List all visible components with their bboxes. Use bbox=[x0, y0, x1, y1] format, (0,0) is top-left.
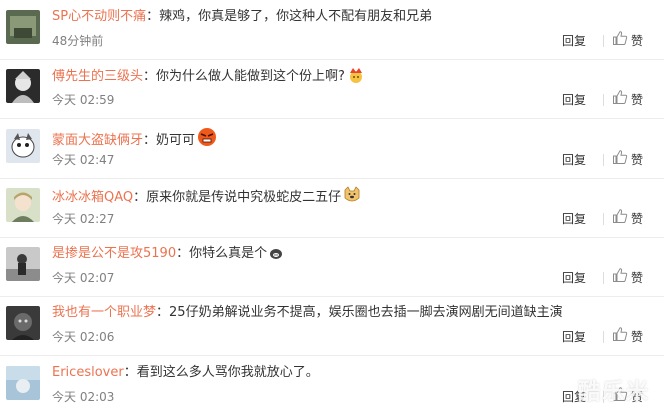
comment-line: 我也有一个职业梦：25仔奶弟解说业务不提高，娱乐圈也去插一脚去演网剧无间道缺主演 bbox=[52, 304, 656, 322]
comment-text: 奶可可 bbox=[156, 133, 196, 148]
like-button[interactable]: 赞 bbox=[612, 268, 643, 286]
doge-emoji bbox=[341, 186, 361, 205]
like-button[interactable]: 赞 bbox=[612, 150, 643, 168]
comment-item: 是掺是公不是攻5190：你特么真是个 今天 02:07 回复 赞 bbox=[0, 237, 664, 297]
reply-button[interactable]: 回复 bbox=[562, 33, 586, 49]
like-button[interactable]: 赞 bbox=[612, 327, 643, 345]
like-label: 赞 bbox=[631, 92, 644, 107]
username-link[interactable]: 我也有一个职业梦 bbox=[52, 305, 156, 320]
comment-item: 傅先生的三级头：你为什么做人能做到这个份上啊? 今天 02:59 回复 赞 bbox=[0, 59, 664, 119]
like-label: 赞 bbox=[631, 329, 644, 344]
like-button[interactable]: 赞 bbox=[612, 31, 643, 49]
action-divider bbox=[603, 213, 604, 225]
avatar[interactable] bbox=[6, 366, 40, 400]
thumbs-up-icon bbox=[612, 326, 628, 346]
reply-button[interactable]: 回复 bbox=[562, 270, 586, 286]
separator: ： bbox=[143, 69, 157, 84]
avatar[interactable] bbox=[6, 69, 40, 103]
like-button[interactable]: 赞 bbox=[612, 209, 643, 227]
separator: ： bbox=[143, 133, 157, 148]
comment-time: 今天 02:27 bbox=[52, 212, 115, 226]
username-link[interactable]: 傅先生的三级头 bbox=[52, 69, 143, 84]
comment-text: 你为什么做人能做到这个份上啊? bbox=[156, 69, 345, 84]
separator: ： bbox=[156, 305, 170, 320]
separator: ： bbox=[146, 9, 160, 24]
comment-time: 今天 02:03 bbox=[52, 390, 115, 404]
avatar[interactable] bbox=[6, 306, 40, 340]
like-button[interactable]: 赞 bbox=[612, 90, 643, 108]
comment-line: Ericeslover：看到这么多人骂你我就放心了。 bbox=[52, 364, 656, 382]
comment-time: 今天 02:59 bbox=[52, 93, 115, 107]
avatar[interactable] bbox=[6, 10, 40, 44]
comment-text: 25仔奶弟解说业务不提高，娱乐圈也去插一脚去演网剧无间道缺主演 bbox=[169, 305, 563, 320]
thumbs-up-icon bbox=[612, 267, 628, 287]
comment-time: 48分钟前 bbox=[52, 34, 104, 48]
thumbs-up-icon bbox=[612, 208, 628, 228]
avatar[interactable] bbox=[6, 247, 40, 281]
reply-button[interactable]: 回复 bbox=[562, 92, 586, 108]
separator: ： bbox=[176, 246, 190, 261]
comment-item: 我也有一个职业梦：25仔奶弟解说业务不提高，娱乐圈也去插一脚去演网剧无间道缺主演… bbox=[0, 296, 664, 356]
comment-text: 原来你就是传说中究极蛇皮二五仔 bbox=[146, 190, 342, 205]
comment-line: 蒙面大盗缺俩牙：奶可可 bbox=[52, 127, 656, 150]
thumbs-up-icon bbox=[612, 89, 628, 109]
angry-emoji bbox=[195, 128, 217, 148]
comment-list: SP心不动则不痛：辣鸡，你真是够了，你这种人不配有朋友和兄弟 48分钟前 回复 … bbox=[0, 0, 664, 414]
pig-emoji bbox=[267, 246, 283, 261]
reply-button[interactable]: 回复 bbox=[562, 329, 586, 345]
comment-line: 冰冰冰箱QAQ：原来你就是传说中究极蛇皮二五仔 bbox=[52, 186, 656, 207]
comment-item: 蒙面大盗缺俩牙：奶可可 今天 02:47 回复 赞 bbox=[0, 119, 664, 179]
action-divider bbox=[603, 94, 604, 106]
action-divider bbox=[603, 154, 604, 166]
watermark: 酷乐米 bbox=[578, 380, 651, 405]
thumbs-up-icon bbox=[612, 30, 628, 50]
like-label: 赞 bbox=[631, 270, 644, 285]
comment-line: SP心不动则不痛：辣鸡，你真是够了，你这种人不配有朋友和兄弟 bbox=[52, 8, 656, 26]
like-label: 赞 bbox=[631, 211, 644, 226]
comment-line: 是掺是公不是攻5190：你特么真是个 bbox=[52, 245, 656, 263]
like-label: 赞 bbox=[631, 152, 644, 167]
comment-text: 看到这么多人骂你我就放心了。 bbox=[136, 365, 319, 380]
comment-line: 傅先生的三级头：你为什么做人能做到这个份上啊? bbox=[52, 67, 656, 86]
reply-button[interactable]: 回复 bbox=[562, 152, 586, 168]
avatar[interactable] bbox=[6, 129, 40, 163]
username-link[interactable]: Ericeslover bbox=[52, 365, 124, 380]
avatar[interactable] bbox=[6, 188, 40, 222]
like-label: 赞 bbox=[631, 33, 644, 48]
reply-button[interactable]: 回复 bbox=[562, 211, 586, 227]
username-link[interactable]: SP心不动则不痛 bbox=[52, 9, 146, 24]
comment-time: 今天 02:06 bbox=[52, 330, 115, 344]
comment-time: 今天 02:47 bbox=[52, 153, 115, 167]
action-divider bbox=[603, 272, 604, 284]
comment-text: 你特么真是个 bbox=[189, 246, 268, 261]
action-divider bbox=[603, 331, 604, 343]
separator: ： bbox=[133, 190, 147, 205]
comment-text: 辣鸡，你真是够了，你这种人不配有朋友和兄弟 bbox=[159, 9, 433, 24]
thumbs-up-icon bbox=[612, 149, 628, 169]
username-link[interactable]: 冰冰冰箱QAQ bbox=[52, 190, 133, 205]
comment-time: 今天 02:07 bbox=[52, 271, 115, 285]
comment-item: Ericeslover：看到这么多人骂你我就放心了。 今天 02:03 回复 赞 bbox=[0, 356, 664, 414]
separator: ： bbox=[123, 365, 137, 380]
action-divider bbox=[603, 35, 604, 47]
comment-item: 冰冰冰箱QAQ：原来你就是传说中究极蛇皮二五仔 今天 02:27 回复 赞 bbox=[0, 178, 664, 238]
crown-emoji bbox=[345, 68, 365, 84]
username-link[interactable]: 是掺是公不是攻5190 bbox=[52, 246, 176, 261]
username-link[interactable]: 蒙面大盗缺俩牙 bbox=[52, 133, 143, 148]
comment-item: SP心不动则不痛：辣鸡，你真是够了，你这种人不配有朋友和兄弟 48分钟前 回复 … bbox=[0, 0, 664, 60]
